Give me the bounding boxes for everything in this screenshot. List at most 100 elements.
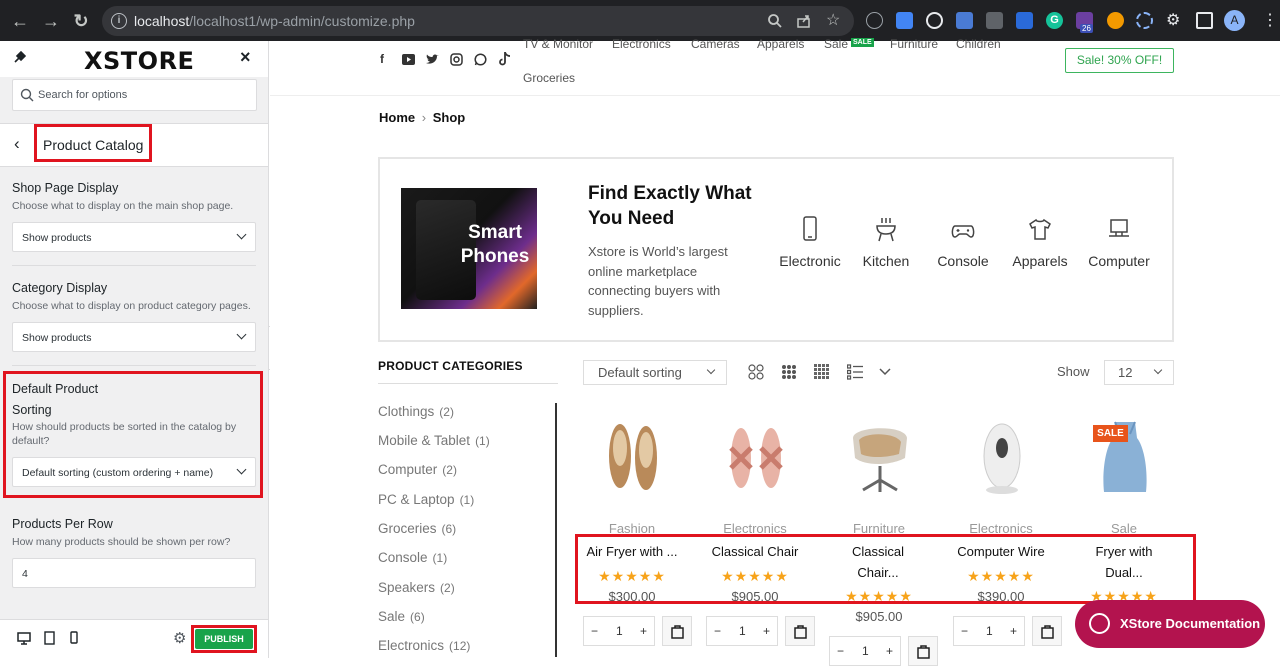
menu-item-electronics[interactable]: Electronics [612, 37, 671, 51]
category-link[interactable]: Computer (2) [378, 462, 457, 477]
xstore-documentation-button[interactable]: XStore Documentation [1075, 600, 1265, 648]
category-link[interactable]: Sale (6) [378, 609, 425, 624]
view-more-chevron-icon[interactable] [877, 364, 893, 380]
category-link[interactable]: Mobile & Tablet (1) [378, 433, 490, 448]
desktop-preview-icon[interactable] [17, 632, 31, 645]
grill-icon [876, 218, 896, 242]
address-bar[interactable]: i localhost/localhost1/wp-admin/customiz… [102, 6, 854, 36]
tablet-preview-icon[interactable] [44, 631, 55, 645]
extension-spinner-icon[interactable] [1136, 12, 1153, 29]
add-to-cart-button[interactable] [908, 636, 938, 666]
add-to-cart-button[interactable] [785, 616, 815, 646]
settings-gear-icon[interactable]: ⚙ [173, 629, 186, 647]
list-view-icon[interactable] [847, 364, 863, 380]
grid-4-icon[interactable] [814, 364, 830, 380]
quantity-stepper[interactable]: − 1 + [953, 616, 1025, 646]
product-image-chair[interactable] [845, 418, 915, 498]
grammarly-icon[interactable]: G [1046, 12, 1063, 29]
extension-orange-icon[interactable] [1107, 12, 1124, 29]
quantity-stepper[interactable]: − 1 + [829, 636, 901, 666]
hero-category-computer[interactable]: Computer [1079, 216, 1159, 269]
grid-2-icon[interactable] [748, 364, 764, 380]
add-to-cart-button[interactable] [662, 616, 692, 646]
breadcrumb-home[interactable]: Home [379, 110, 415, 125]
quantity-stepper[interactable]: − 1 + [706, 616, 778, 646]
category-link[interactable]: PC & Laptop (1) [378, 492, 474, 507]
minus-icon[interactable]: − [714, 624, 721, 638]
youtube-icon[interactable] [402, 54, 415, 65]
twitter-icon[interactable] [426, 54, 439, 65]
chevron-down-icon [236, 329, 247, 340]
per-row-input[interactable]: 4 [12, 558, 256, 588]
category-link[interactable]: Speakers (2) [378, 580, 455, 595]
shop-sorting-select[interactable]: Default sorting [583, 360, 727, 385]
site-info-icon[interactable]: i [111, 13, 127, 29]
extension-camera-icon[interactable] [986, 12, 1003, 29]
menu-item-apparels[interactable]: Apparels [757, 37, 804, 51]
category-link[interactable]: Clothings (2) [378, 404, 454, 419]
plus-icon[interactable]: + [1010, 624, 1017, 638]
product-image-sandals[interactable] [721, 418, 791, 498]
menu-item-children[interactable]: Children [956, 37, 1001, 51]
share-icon[interactable] [796, 13, 812, 29]
hero-category-kitchen[interactable]: Kitchen [846, 216, 926, 269]
category-display-title: Category Display [12, 281, 108, 295]
search-options-input[interactable]: Search for options [12, 79, 257, 111]
extension-docs-icon[interactable] [896, 12, 913, 29]
divider [378, 383, 558, 384]
instagram-icon[interactable] [450, 53, 463, 66]
extension-recycle-icon[interactable] [866, 12, 883, 29]
tiktok-icon[interactable] [499, 52, 511, 66]
add-to-cart-button[interactable] [1032, 616, 1062, 646]
menu-item-groceries[interactable]: Groceries [523, 71, 575, 85]
product-image-shoes[interactable] [598, 418, 668, 498]
hero-category-apparels[interactable]: Apparels [1000, 216, 1080, 269]
category-display-select[interactable]: Show products [12, 322, 256, 352]
menu-item-furniture[interactable]: Furniture [890, 37, 938, 51]
profile-avatar[interactable]: A [1224, 10, 1245, 31]
highlight-box-publish [191, 625, 257, 653]
zoom-icon[interactable] [767, 13, 783, 29]
back-icon[interactable]: ← [9, 10, 31, 32]
category-link[interactable]: Groceries (6) [378, 521, 456, 536]
grid-3-icon[interactable] [781, 364, 797, 380]
highlight-box-section-title [34, 124, 152, 162]
pin-icon[interactable] [12, 51, 26, 65]
product-image-speaker[interactable] [967, 418, 1037, 498]
per-page-select[interactable]: 12 [1104, 360, 1174, 385]
side-panel-icon[interactable] [1196, 12, 1213, 29]
minus-icon[interactable]: − [961, 624, 968, 638]
extensions-puzzle-icon[interactable]: ⚙ [1166, 10, 1180, 30]
bookmark-star-icon[interactable]: ☆ [826, 10, 840, 30]
quantity-stepper[interactable]: − 1 + [583, 616, 655, 646]
menu-item-tv-monitor[interactable]: TV & Monitor [523, 37, 593, 51]
browser-menu-icon[interactable]: ⋮ [1262, 10, 1278, 30]
close-icon[interactable]: × [240, 47, 251, 68]
plus-icon[interactable]: + [640, 624, 647, 638]
sale-promo-button[interactable]: Sale! 30% OFF! [1065, 48, 1174, 73]
forward-icon[interactable]: → [40, 10, 62, 32]
search-placeholder: Search for options [38, 89, 128, 101]
categories-scrollbar[interactable] [555, 403, 557, 657]
plus-icon[interactable]: + [886, 644, 893, 658]
category-link[interactable]: Electronics (12) [378, 638, 470, 653]
hero-category-console[interactable]: Console [923, 216, 1003, 269]
reload-icon[interactable]: ↻ [70, 10, 92, 32]
shop-display-select[interactable]: Show products [12, 222, 256, 252]
smartphones-image[interactable]: Smart Phones [401, 188, 537, 309]
per-row-value: 4 [22, 568, 28, 580]
whatsapp-icon[interactable] [474, 53, 487, 66]
menu-item-sale[interactable]: Sale [824, 37, 848, 51]
facebook-icon[interactable]: f [380, 52, 384, 66]
extension-s-icon[interactable] [1016, 12, 1033, 29]
extension-globe-icon[interactable] [926, 12, 943, 29]
extension-translate-icon[interactable] [956, 12, 973, 29]
mobile-preview-icon[interactable] [70, 631, 78, 645]
menu-item-cameras[interactable]: Cameras [691, 37, 740, 51]
minus-icon[interactable]: − [591, 624, 598, 638]
category-link[interactable]: Console (1) [378, 550, 447, 565]
plus-icon[interactable]: + [763, 624, 770, 638]
hero-category-electronic[interactable]: Electronic [770, 216, 850, 269]
minus-icon[interactable]: − [837, 644, 844, 658]
back-chevron-icon[interactable]: ‹ [14, 134, 20, 154]
